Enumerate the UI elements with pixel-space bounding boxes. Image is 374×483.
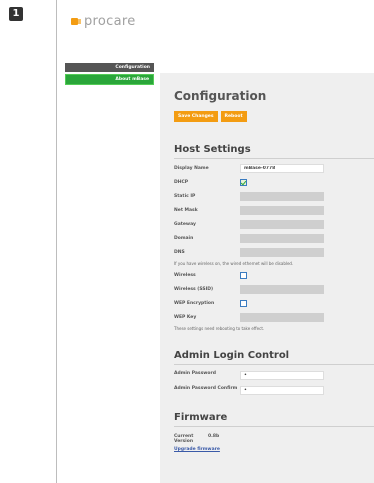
sidebar-item-about[interactable]: About mBase: [65, 74, 154, 85]
step-badge: 1: [9, 7, 23, 21]
wireless-checkbox[interactable]: [240, 271, 247, 279]
static-ip-label: Static IP: [174, 193, 196, 199]
static-ip-input[interactable]: [240, 191, 324, 201]
admin-password-confirm-label: Admin Password Confirm: [174, 386, 238, 391]
net-mask-input[interactable]: [240, 205, 324, 215]
save-changes-button[interactable]: Save Changes: [174, 111, 218, 122]
dhcp-checkbox[interactable]: [240, 178, 247, 186]
gateway-input[interactable]: [240, 219, 324, 229]
dns-row: DNS: [174, 247, 374, 257]
admin-password-row: Admin Password: [174, 371, 374, 380]
firmware-title: Firmware: [174, 412, 374, 427]
wep-encryption-checkbox[interactable]: [240, 299, 247, 307]
reboot-button[interactable]: Reboot: [220, 111, 247, 122]
dhcp-label: DHCP: [174, 179, 189, 185]
admin-login-title: Admin Login Control: [174, 350, 374, 365]
current-version-label: Current Version: [174, 434, 194, 444]
admin-password-confirm-input[interactable]: [240, 386, 324, 395]
gateway-row: Gateway: [174, 219, 374, 229]
domain-label: Domain: [174, 235, 194, 241]
wep-encryption-label: WEP Encryption: [174, 300, 215, 306]
sidebar: Configuration About mBase: [65, 63, 154, 87]
main-panel: Configuration Save Changes Reboot Host S…: [160, 73, 374, 483]
page-title: Configuration: [174, 89, 267, 103]
ssid-row: Wireless (SSID): [174, 284, 374, 294]
admin-password-confirm-row: Admin Password Confirm: [174, 386, 374, 395]
admin-password-label: Admin Password: [174, 371, 216, 376]
admin-password-input[interactable]: [240, 371, 324, 380]
wep-key-label: WEP Key: [174, 314, 197, 320]
display-name-row: Display Name: [174, 163, 374, 173]
ssid-input[interactable]: [240, 284, 324, 294]
action-buttons: Save Changes Reboot: [174, 111, 374, 122]
brand-logo: procare: [71, 13, 136, 29]
dhcp-row: DHCP: [174, 177, 374, 187]
gateway-label: Gateway: [174, 221, 196, 227]
wep-row: WEP Encryption: [174, 298, 374, 308]
current-version-row: Current Version 0.8b: [174, 434, 374, 444]
brand-name: procare: [84, 13, 136, 29]
upgrade-firmware-link[interactable]: Upgrade firmware: [174, 447, 374, 452]
ssid-label: Wireless (SSID): [174, 286, 214, 292]
display-name-input[interactable]: [240, 163, 324, 173]
wireless-note: If you have wireless on, the wired ether…: [174, 261, 294, 266]
wireless-label: Wireless: [174, 272, 196, 278]
dns-input[interactable]: [240, 247, 324, 257]
app-frame: procare Configuration About mBase Config…: [56, 0, 374, 483]
content: Configuration Save Changes Reboot Host S…: [174, 89, 374, 452]
display-name-label: Display Name: [174, 165, 209, 171]
host-settings-title: Host Settings: [174, 144, 374, 159]
wep-key-input[interactable]: [240, 312, 324, 322]
domain-input[interactable]: [240, 233, 324, 243]
sidebar-item-configuration[interactable]: Configuration: [65, 63, 154, 72]
wep-key-row: WEP Key: [174, 312, 374, 322]
dns-label: DNS: [174, 249, 185, 255]
domain-row: Domain: [174, 233, 374, 243]
static-ip-row: Static IP: [174, 191, 374, 201]
current-version-value: 0.8b: [208, 434, 220, 439]
net-mask-label: Net Mask: [174, 207, 198, 213]
wireless-row: Wireless: [174, 270, 374, 280]
settings-note: These settings need rebooting to take ef…: [174, 326, 265, 331]
net-mask-row: Net Mask: [174, 205, 374, 215]
procare-logo-icon: [71, 17, 78, 25]
